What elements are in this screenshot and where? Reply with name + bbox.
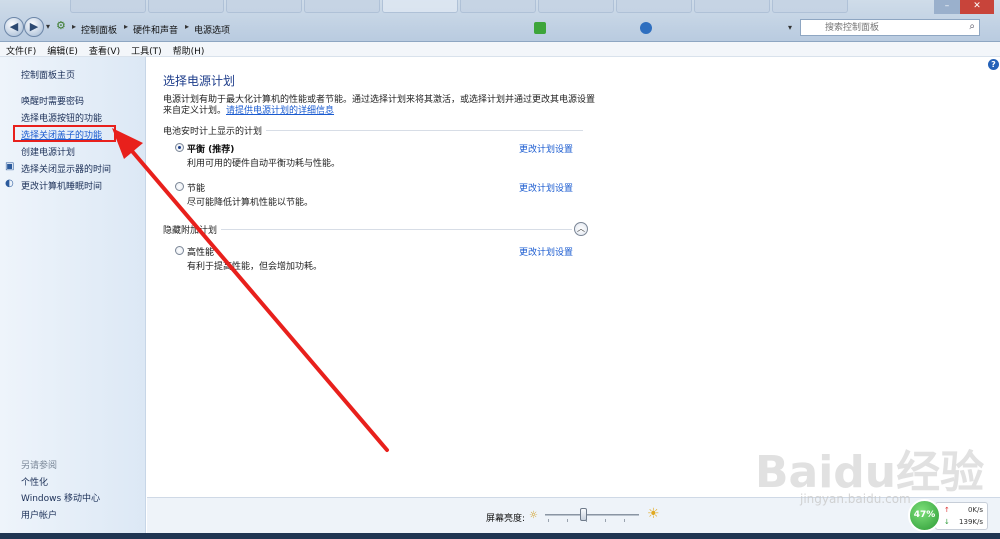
page-description-line2: 来自定义计划。请提供电源计划的详细信息 <box>163 103 334 116</box>
menu-edit[interactable]: 编辑(E) <box>41 42 83 57</box>
slider-tick <box>567 519 568 522</box>
plan-radio-high-performance[interactable] <box>175 246 184 255</box>
menu-file[interactable]: 文件(F) <box>0 42 41 57</box>
breadcrumb-power-options[interactable]: 电源选项 <box>194 23 230 36</box>
background-tab[interactable] <box>538 0 614 13</box>
brightness-low-icon: ☼ <box>529 510 538 521</box>
plan-name-power-saver[interactable]: 节能 <box>187 181 205 194</box>
minimize-icon: – <box>944 1 950 11</box>
section-heading-shown-plans: 电池安时计上显示的计划 <box>163 124 267 137</box>
background-tab[interactable] <box>382 0 458 13</box>
sidebar-item-power-button[interactable]: 选择电源按钮的功能 <box>21 111 102 124</box>
chevron-up-icon: ︿ <box>577 224 585 233</box>
sidebar-item-create-plan[interactable]: 创建电源计划 <box>21 145 75 158</box>
plan-radio-power-saver[interactable] <box>175 182 184 191</box>
plan-radio-balanced[interactable] <box>175 143 184 152</box>
change-plan-settings-link-power-saver[interactable]: 更改计划设置 <box>519 181 573 194</box>
sidebar-link-mobility-center[interactable]: Windows 移动中心 <box>21 491 100 504</box>
background-tab[interactable] <box>70 0 146 13</box>
moon-icon: ◐ <box>5 178 14 189</box>
window-controls: – ✕ <box>934 0 994 14</box>
brightness-slider-track[interactable] <box>545 514 639 516</box>
upload-arrow-icon: ↑ <box>944 506 950 514</box>
download-speed: 139K/s <box>959 518 983 526</box>
control-panel-icon: ⚙ <box>56 19 66 32</box>
monitor-icon: ▣ <box>5 161 15 172</box>
background-tab[interactable] <box>616 0 692 13</box>
help-icon[interactable]: ? <box>988 59 999 70</box>
chevron-right-icon[interactable]: ▸ <box>72 22 76 31</box>
search-box[interactable]: ⌕ <box>800 19 980 36</box>
user-avatar-icon[interactable] <box>640 22 652 34</box>
back-button[interactable]: ◀ <box>4 17 24 37</box>
watermark-url: jingyan.baidu.com <box>800 492 911 506</box>
menu-tools[interactable]: 工具(T) <box>125 42 167 57</box>
search-icon[interactable]: ⌕ <box>969 21 975 32</box>
section-divider <box>165 229 572 230</box>
background-tab[interactable] <box>460 0 536 13</box>
menu-help[interactable]: 帮助(H) <box>167 42 210 57</box>
page-title: 选择电源计划 <box>163 74 236 88</box>
close-icon: ✕ <box>973 1 981 11</box>
plan-details-link[interactable]: 请提供电源计划的详细信息 <box>226 106 334 116</box>
close-button[interactable]: ✕ <box>960 0 994 14</box>
see-also-heading: 另请参阅 <box>21 461 58 471</box>
brightness-label: 屏幕亮度: <box>486 514 526 524</box>
network-speed-widget: ↑ 0K/s ↓ 139K/s 47% <box>908 499 988 533</box>
breadcrumb-hardware-sound[interactable]: 硬件和声音 <box>133 23 178 36</box>
annotation-highlight-box <box>13 125 116 142</box>
sidebar-link-user-accounts[interactable]: 用户帐户 <box>21 508 57 521</box>
change-plan-settings-link-high-performance[interactable]: 更改计划设置 <box>519 245 573 258</box>
background-tab[interactable] <box>694 0 770 13</box>
minimize-button[interactable]: – <box>934 0 960 14</box>
address-dropdown-icon[interactable]: ▾ <box>788 23 792 32</box>
sidebar-link-personalization[interactable]: 个性化 <box>21 475 48 488</box>
plan-desc-high-performance: 有利于提高性能，但会增加功耗。 <box>187 262 323 272</box>
breadcrumb-control-panel[interactable]: 控制面板 <box>81 23 117 36</box>
network-usage-badge[interactable]: 47% <box>908 499 941 532</box>
plan-desc-balanced: 利用可用的硬件自动平衡功耗与性能。 <box>187 159 341 169</box>
chevron-right-icon[interactable]: ▸ <box>124 22 128 31</box>
sidebar-item-home[interactable]: 控制面板主页 <box>21 68 75 81</box>
chevron-right-icon[interactable]: ▸ <box>185 22 189 31</box>
brightness-high-icon: ☀ <box>647 506 660 522</box>
background-tab-strip <box>70 0 850 14</box>
slider-tick <box>605 519 606 522</box>
forward-button[interactable]: ▶ <box>24 17 44 37</box>
change-plan-settings-link-balanced[interactable]: 更改计划设置 <box>519 142 573 155</box>
collapse-section-button[interactable]: ︿ <box>574 222 588 236</box>
search-input[interactable] <box>801 20 961 35</box>
download-arrow-icon: ↓ <box>944 518 950 526</box>
baidu-watermark-logo: Baidu经验 <box>755 447 985 498</box>
plan-name-high-performance[interactable]: 高性能 <box>187 245 214 258</box>
sidebar-item-wake-password[interactable]: 唤醒时需要密码 <box>21 94 84 107</box>
forward-arrow-icon: ▶ <box>29 20 39 33</box>
plan-desc-power-saver: 尽可能降低计算机性能以节能。 <box>187 198 314 208</box>
network-speed-panel: ↑ 0K/s ↓ 139K/s <box>935 502 988 530</box>
background-tab[interactable] <box>148 0 224 13</box>
shield-icon[interactable] <box>534 22 546 34</box>
background-tab[interactable] <box>304 0 380 13</box>
sidebar-item-sleep-time[interactable]: 更改计算机睡眠时间 <box>21 179 102 192</box>
background-tab[interactable] <box>226 0 302 13</box>
back-arrow-icon: ◀ <box>9 20 19 33</box>
menu-bar: 文件(F) 编辑(E) 查看(V) 工具(T) 帮助(H) <box>0 42 1000 57</box>
page-description-text: 来自定义计划。 <box>163 106 227 116</box>
sidebar-item-display-off[interactable]: 选择关闭显示器的时间 <box>21 162 111 175</box>
menu-view[interactable]: 查看(V) <box>83 42 125 57</box>
plan-name-balanced[interactable]: 平衡 (推荐) <box>187 142 234 155</box>
upload-speed: 0K/s <box>967 506 983 514</box>
window-titlebar: – ✕ ◀ ▶ ▾ ⚙ ▸ 控制面板 ▸ 硬件和声音 ▸ 电源选项 ▾ ⌕ <box>0 0 1000 42</box>
history-dropdown-icon[interactable]: ▾ <box>46 22 50 31</box>
brightness-slider-thumb[interactable] <box>579 508 587 521</box>
main-content <box>147 57 1000 497</box>
slider-tick <box>548 519 549 522</box>
taskbar <box>0 533 1000 539</box>
background-tab[interactable] <box>772 0 848 13</box>
slider-tick <box>624 519 625 522</box>
section-heading-hidden-plans: 隐藏附加计划 <box>163 223 222 236</box>
